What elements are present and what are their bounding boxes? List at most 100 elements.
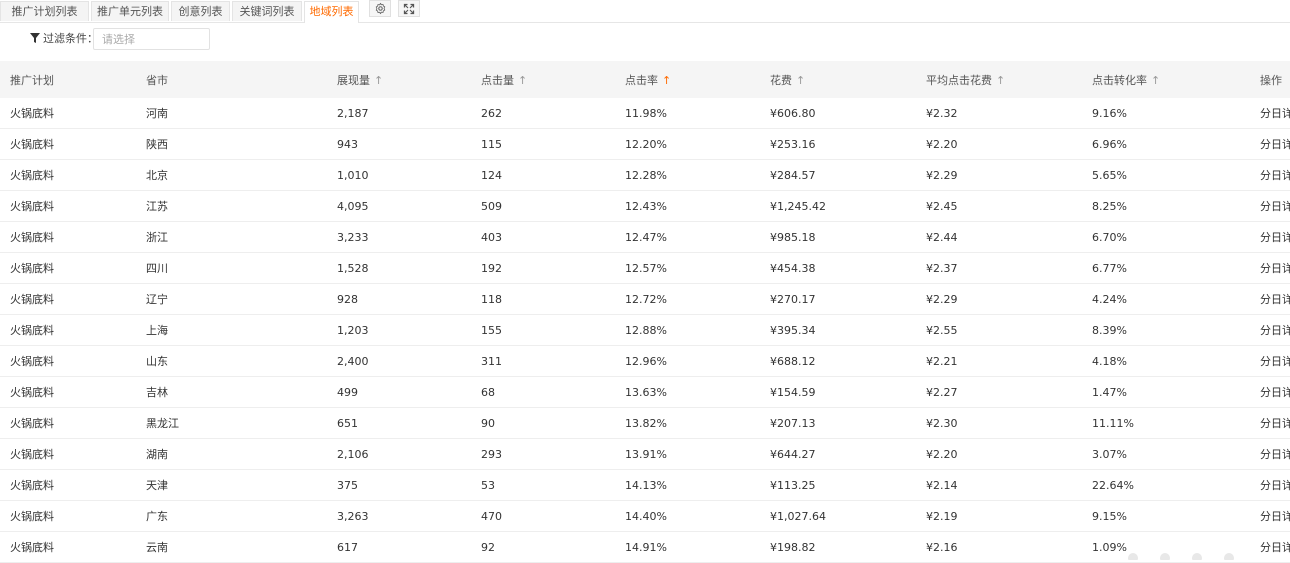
cell-ctr: 13.63% [625,376,770,408]
cell-cpc: ¥2.32 [926,98,1092,129]
cell-plan: 火锅底料 [0,531,146,563]
cell-ctr: 11.98% [625,98,770,129]
tab-creative-list[interactable]: 创意列表 [171,1,230,21]
daily-detail-link[interactable]: 分日详情 [1260,200,1290,213]
column-header-label: 省市 [146,73,168,87]
daily-detail-link[interactable]: 分日详情 [1260,262,1290,275]
sort-arrow-icon[interactable]: ↑ [518,74,527,87]
daily-detail-link[interactable]: 分日详情 [1260,386,1290,399]
sort-arrow-icon[interactable]: ↑ [796,74,805,87]
cell-plan: 火锅底料 [0,376,146,408]
column-header-1: 省市 [146,61,337,98]
cell-action: 分日详情 [1260,345,1290,377]
cell-impressions: 2,187 [337,98,481,129]
daily-detail-link[interactable]: 分日详情 [1260,417,1290,430]
table-row: 火锅底料陕西94311512.20%¥253.16¥2.206.96%分日详情 [0,128,1290,160]
column-header-6[interactable]: 平均点击花费 ↑ [926,61,1092,98]
cell-cvr: 11.11% [1092,407,1260,439]
cell-clicks: 68 [481,376,625,408]
sort-arrow-icon[interactable]: ↑ [374,74,383,87]
region-table: 推广计划 省市 展现量 ↑ 点击量 ↑ 点击率 ↑ 花费 ↑ 平均点击花费 ↑ 点击转化率 ↑ 操作 火锅底… [0,61,1290,563]
cell-cpc: ¥2.20 [926,128,1092,160]
cell-ctr: 14.40% [625,500,770,532]
cell-impressions: 4,095 [337,190,481,222]
daily-detail-link[interactable]: 分日详情 [1260,138,1290,151]
table-row: 火锅底料上海1,20315512.88%¥395.34¥2.558.39%分日详… [0,314,1290,346]
cell-impressions: 1,528 [337,252,481,284]
filter-select-input[interactable] [93,28,210,50]
cell-clicks: 53 [481,469,625,501]
cell-cost: ¥207.13 [770,407,926,439]
cell-clicks: 124 [481,159,625,191]
tab-keyword-list[interactable]: 关键词列表 [232,1,302,21]
cell-cost: ¥1,027.64 [770,500,926,532]
sort-arrow-icon[interactable]: ↑ [662,74,671,87]
cell-region: 陕西 [146,128,337,160]
cell-cpc: ¥2.21 [926,345,1092,377]
cell-clicks: 90 [481,407,625,439]
cell-cpc: ¥2.27 [926,376,1092,408]
column-header-5[interactable]: 花费 ↑ [770,61,926,98]
cell-cost: ¥270.17 [770,283,926,315]
tab-unit-list[interactable]: 推广单元列表 [91,1,169,21]
cell-cpc: ¥2.55 [926,314,1092,346]
daily-detail-link[interactable]: 分日详情 [1260,231,1290,244]
cell-plan: 火锅底料 [0,190,146,222]
tab-region-list[interactable]: 地域列表 [304,1,359,23]
daily-detail-link[interactable]: 分日详情 [1260,510,1290,523]
cell-cpc: ¥2.16 [926,531,1092,563]
fullscreen-button[interactable] [398,0,420,17]
cell-region: 江苏 [146,190,337,222]
cell-cvr: 4.18% [1092,345,1260,377]
table-row: 火锅底料天津3755314.13%¥113.25¥2.1422.64%分日详情 [0,469,1290,501]
cell-action: 分日详情 [1260,500,1290,532]
cell-impressions: 651 [337,407,481,439]
cell-impressions: 943 [337,128,481,160]
daily-detail-link[interactable]: 分日详情 [1260,448,1290,461]
cell-action: 分日详情 [1260,128,1290,160]
cell-region: 辽宁 [146,283,337,315]
cell-cpc: ¥2.14 [926,469,1092,501]
cell-cpc: ¥2.19 [926,500,1092,532]
cell-action: 分日详情 [1260,531,1290,563]
column-header-label: 点击转化率 [1092,73,1147,87]
cell-impressions: 1,010 [337,159,481,191]
settings-button[interactable] [369,0,391,17]
cell-plan: 火锅底料 [0,221,146,253]
daily-detail-link[interactable]: 分日详情 [1260,107,1290,120]
cell-action: 分日详情 [1260,469,1290,501]
cell-clicks: 403 [481,221,625,253]
cell-action: 分日详情 [1260,407,1290,439]
cell-cpc: ¥2.29 [926,159,1092,191]
cell-region: 山东 [146,345,337,377]
cell-region: 广东 [146,500,337,532]
column-header-3[interactable]: 点击量 ↑ [481,61,625,98]
cell-cvr: 22.64% [1092,469,1260,501]
cell-impressions: 617 [337,531,481,563]
daily-detail-link[interactable]: 分日详情 [1260,293,1290,306]
cell-action: 分日详情 [1260,221,1290,253]
cell-region: 四川 [146,252,337,284]
column-header-label: 推广计划 [10,73,54,87]
cell-cost: ¥198.82 [770,531,926,563]
tab-campaign-list[interactable]: 推广计划列表 [0,1,89,21]
daily-detail-link[interactable]: 分日详情 [1260,541,1290,554]
column-header-label: 操作 [1260,73,1282,87]
daily-detail-link[interactable]: 分日详情 [1260,169,1290,182]
table-row: 火锅底料四川1,52819212.57%¥454.38¥2.376.77%分日详… [0,252,1290,284]
cell-action: 分日详情 [1260,159,1290,191]
daily-detail-link[interactable]: 分日详情 [1260,355,1290,368]
cell-plan: 火锅底料 [0,438,146,470]
table-row: 火锅底料湖南2,10629313.91%¥644.27¥2.203.07%分日详… [0,438,1290,470]
sort-arrow-icon[interactable]: ↑ [1151,74,1160,87]
daily-detail-link[interactable]: 分日详情 [1260,479,1290,492]
cell-plan: 火锅底料 [0,98,146,129]
sort-arrow-icon[interactable]: ↑ [996,74,1005,87]
daily-detail-link[interactable]: 分日详情 [1260,324,1290,337]
cell-cpc: ¥2.29 [926,283,1092,315]
table-row: 火锅底料黑龙江6519013.82%¥207.13¥2.3011.11%分日详情 [0,407,1290,439]
cell-clicks: 509 [481,190,625,222]
column-header-7[interactable]: 点击转化率 ↑ [1092,61,1260,98]
column-header-4[interactable]: 点击率 ↑ [625,61,770,98]
column-header-2[interactable]: 展现量 ↑ [337,61,481,98]
